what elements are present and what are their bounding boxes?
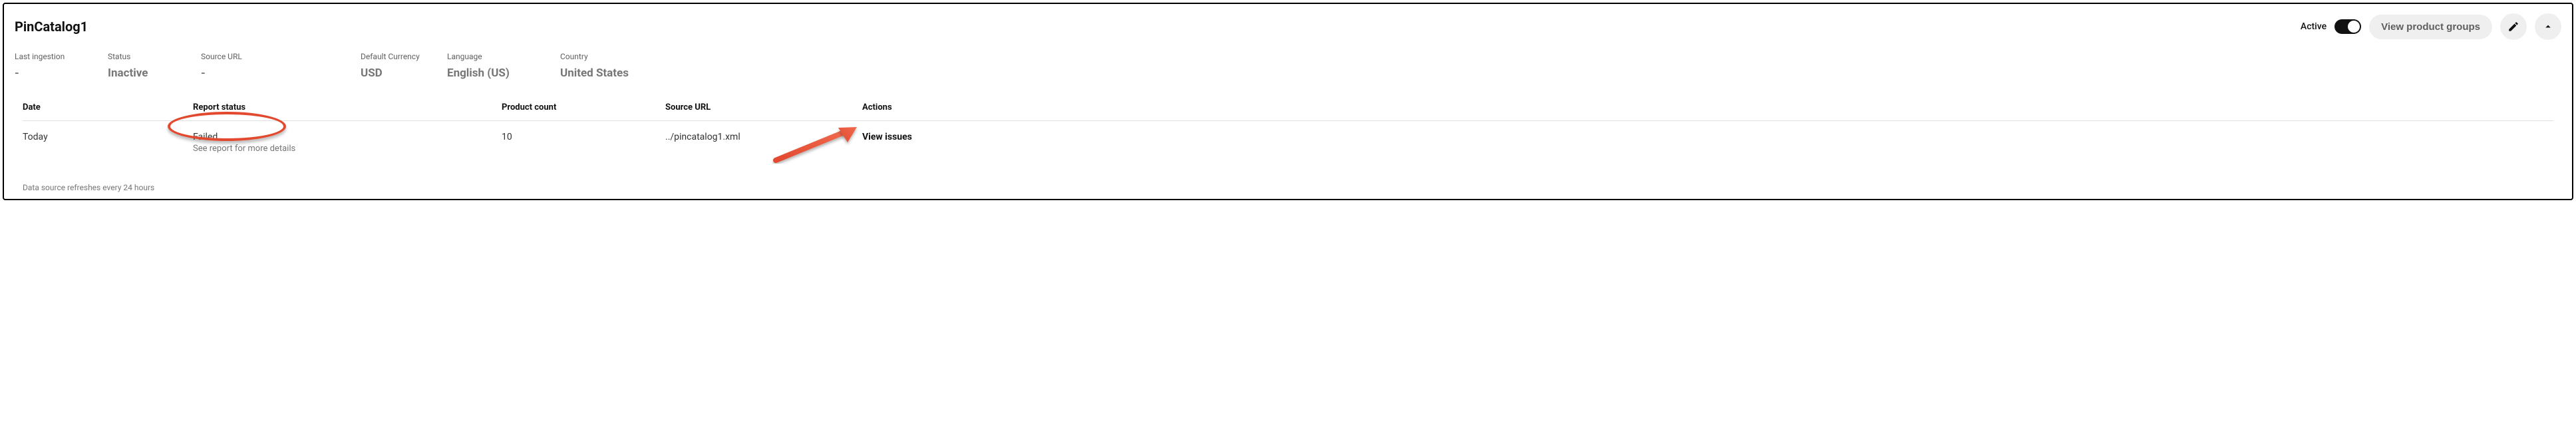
summary-language: Language English (US) <box>447 52 560 80</box>
panel-header: PinCatalog1 Active View product groups <box>15 13 2561 40</box>
pencil-icon <box>2507 21 2519 33</box>
collapse-button[interactable] <box>2535 13 2561 40</box>
view-product-groups-button[interactable]: View product groups <box>2369 15 2492 39</box>
cell-product-count: 10 <box>502 132 665 142</box>
table-header-row: Date Report status Product count Source … <box>23 96 2553 121</box>
summary-value: - <box>15 67 108 80</box>
summary-label: Source URL <box>201 52 361 61</box>
cell-date: Today <box>23 132 193 142</box>
active-label: Active <box>2301 21 2327 32</box>
summary-status: Status Inactive <box>108 52 201 80</box>
summary-source-url: Source URL - <box>201 52 361 80</box>
summary-value: - <box>201 67 361 80</box>
summary-value: English (US) <box>447 67 560 80</box>
th-actions: Actions <box>862 102 2553 112</box>
summary-label: Status <box>108 52 201 61</box>
catalog-panel: PinCatalog1 Active View product groups L… <box>3 3 2573 200</box>
active-toggle[interactable] <box>2334 19 2361 34</box>
th-product-count: Product count <box>502 102 665 112</box>
th-source-url: Source URL <box>665 102 862 112</box>
th-report-status: Report status <box>193 102 502 112</box>
cell-source-url: ../pincatalog1.xml <box>665 132 862 142</box>
summary-label: Default Currency <box>361 52 447 61</box>
status-text: Failed <box>193 132 502 142</box>
cell-actions: View issues <box>862 132 2553 142</box>
cell-report-status: Failed See report for more details <box>193 132 502 154</box>
refresh-note: Data source refreshes every 24 hours <box>23 183 2553 192</box>
ingestion-table: Date Report status Product count Source … <box>15 96 2561 192</box>
summary-label: Country <box>560 52 680 61</box>
summary-label: Language <box>447 52 560 61</box>
summary-value: USD <box>361 67 447 80</box>
toggle-knob <box>2348 21 2360 33</box>
header-actions: Active View product groups <box>2301 13 2561 40</box>
chevron-up-icon <box>2542 21 2554 33</box>
table-row: Today Failed See report for more details… <box>23 121 2553 164</box>
th-date: Date <box>23 102 193 112</box>
summary-value: United States <box>560 67 680 80</box>
summary-currency: Default Currency USD <box>361 52 447 80</box>
summary-label: Last ingestion <box>15 52 108 61</box>
summary-last-ingestion: Last ingestion - <box>15 52 108 80</box>
summary-country: Country United States <box>560 52 680 80</box>
summary-row: Last ingestion - Status Inactive Source … <box>15 52 2561 80</box>
summary-value: Inactive <box>108 67 201 80</box>
status-detail: See report for more details <box>193 144 502 154</box>
view-issues-link[interactable]: View issues <box>862 132 912 142</box>
catalog-title: PinCatalog1 <box>15 19 88 35</box>
edit-button[interactable] <box>2500 13 2527 40</box>
